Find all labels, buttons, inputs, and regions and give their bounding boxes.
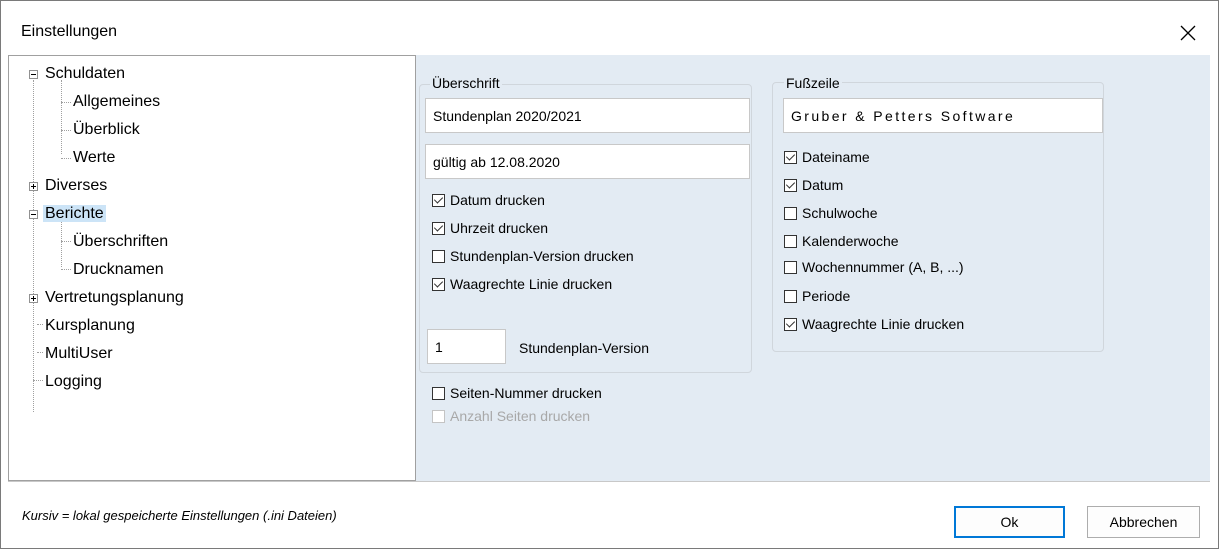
checkbox-box xyxy=(784,317,797,331)
checkbox-box xyxy=(432,221,445,235)
footer-group-title: Fußzeile xyxy=(784,75,842,91)
print-page-count-checkbox[interactable]: Anzahl Seiten drucken xyxy=(432,408,590,424)
print-header-line-checkbox[interactable]: Waagrechte Linie drucken xyxy=(432,276,612,292)
tree-connector xyxy=(61,241,71,242)
header-line2-input[interactable]: gültig ab 12.08.2020 xyxy=(425,144,750,179)
checkbox-label: Uhrzeit drucken xyxy=(450,220,549,236)
checkbox-label: Stundenplan-Version drucken xyxy=(450,248,634,264)
footer-school-week-checkbox[interactable]: Schulwoche xyxy=(784,205,878,221)
dialog-content: Schuldaten Allgemeines Überblick Werte D… xyxy=(8,55,1210,481)
footer-period-checkbox[interactable]: Periode xyxy=(784,288,850,304)
tree-item-label: Überschriften xyxy=(73,233,169,250)
tree-item-label: Werte xyxy=(73,149,116,166)
footer-note: Kursiv = lokal gespeicherte Einstellunge… xyxy=(22,508,337,523)
print-time-checkbox[interactable]: Uhrzeit drucken xyxy=(432,220,548,236)
tree-item-werte[interactable]: Werte xyxy=(71,147,117,169)
checkbox-label: Wochennummer (A, B, ...) xyxy=(802,259,964,275)
dialog-title: Einstellungen xyxy=(21,23,118,40)
checkbox-box xyxy=(784,206,797,220)
tree-connector xyxy=(33,380,43,381)
footer-calendar-week-checkbox[interactable]: Kalenderwoche xyxy=(784,233,899,249)
report-settings-panel: Überschrift Stundenplan 2020/2021 gültig… xyxy=(416,55,1210,481)
checkbox-label: Dateiname xyxy=(802,149,870,165)
print-version-checkbox[interactable]: Stundenplan-Version drucken xyxy=(432,248,634,264)
tree-connector xyxy=(61,269,71,270)
version-label: Stundenplan-Version xyxy=(519,340,649,356)
print-date-checkbox[interactable]: Datum drucken xyxy=(432,192,545,208)
tree-item-schuldaten[interactable]: Schuldaten xyxy=(43,63,127,85)
checkbox-box xyxy=(432,409,445,423)
tree-item-label: Schuldaten xyxy=(45,65,126,82)
checkbox-label: Waagrechte Linie drucken xyxy=(802,316,965,332)
settings-tree[interactable]: Schuldaten Allgemeines Überblick Werte D… xyxy=(8,55,416,481)
checkbox-label: Seiten-Nummer drucken xyxy=(450,385,602,401)
ok-button[interactable]: Ok xyxy=(954,506,1065,538)
tree-item-drucknamen[interactable]: Drucknamen xyxy=(71,259,166,281)
tree-item-label: Drucknamen xyxy=(73,261,164,278)
tree-item-ueberschriften[interactable]: Überschriften xyxy=(71,231,170,253)
checkbox-label: Datum drucken xyxy=(450,192,545,208)
collapse-icon[interactable] xyxy=(29,210,38,219)
expand-icon[interactable] xyxy=(29,294,38,303)
checkbox-label: Anzahl Seiten drucken xyxy=(450,408,591,424)
footer-filename-checkbox[interactable]: Dateiname xyxy=(784,149,870,165)
tree-item-allgemeines[interactable]: Allgemeines xyxy=(71,91,162,113)
checkbox-box xyxy=(784,234,797,248)
tree-item-label: MultiUser xyxy=(45,345,113,362)
close-icon xyxy=(1180,25,1196,41)
close-button[interactable] xyxy=(1166,13,1210,53)
checkbox-label: Datum xyxy=(802,177,844,193)
checkbox-label: Kalenderwoche xyxy=(802,233,899,249)
tree-connector xyxy=(61,158,71,159)
checkbox-box xyxy=(432,193,445,207)
tree-item-label: Allgemeines xyxy=(73,93,161,110)
header-line1-input[interactable]: Stundenplan 2020/2021 xyxy=(425,98,750,133)
checkbox-box xyxy=(432,249,445,263)
checkbox-box xyxy=(784,260,797,274)
footer-line-checkbox[interactable]: Waagrechte Linie drucken xyxy=(784,316,964,332)
header-group-title: Überschrift xyxy=(430,75,502,91)
print-page-number-checkbox[interactable]: Seiten-Nummer drucken xyxy=(432,385,602,401)
footer-date-checkbox[interactable]: Datum xyxy=(784,177,843,193)
checkbox-label: Periode xyxy=(802,288,851,304)
tree-item-berichte[interactable]: Berichte xyxy=(43,203,106,225)
checkbox-label: Waagrechte Linie drucken xyxy=(450,276,613,292)
tree-item-multiuser[interactable]: MultiUser xyxy=(43,343,115,365)
tree-item-diverses[interactable]: Diverses xyxy=(43,175,109,197)
checkbox-box xyxy=(784,178,797,192)
tree-root-line xyxy=(33,80,34,412)
checkbox-box xyxy=(784,289,797,303)
tree-item-label: Berichte xyxy=(43,205,106,222)
footer-week-number-checkbox[interactable]: Wochennummer (A, B, ...) xyxy=(784,259,964,275)
tree-item-label: Überblick xyxy=(73,121,140,138)
tree-branch-line xyxy=(61,221,62,267)
tree-item-vertretungsplanung[interactable]: Vertretungsplanung xyxy=(43,287,186,309)
collapse-icon[interactable] xyxy=(29,70,38,79)
tree-item-logging[interactable]: Logging xyxy=(43,371,104,393)
cancel-button[interactable]: Abbrechen xyxy=(1087,506,1200,538)
tree-item-label: Kursplanung xyxy=(45,317,135,334)
tree-connector xyxy=(61,130,71,131)
footer-divider xyxy=(8,481,1210,482)
checkbox-box xyxy=(432,277,445,291)
tree-item-label: Diverses xyxy=(45,177,108,194)
checkbox-label: Schulwoche xyxy=(802,205,878,221)
title-bar: Einstellungen xyxy=(1,1,1218,63)
checkbox-box xyxy=(784,150,797,164)
tree-branch-line xyxy=(61,80,62,154)
tree-connector xyxy=(61,102,71,103)
expand-icon[interactable] xyxy=(29,182,38,191)
version-input[interactable]: 1 xyxy=(427,329,506,364)
tree-item-kursplanung[interactable]: Kursplanung xyxy=(43,315,137,337)
footer-text-input[interactable]: Gruber & Petters Software xyxy=(783,98,1103,133)
tree-item-ueberblick[interactable]: Überblick xyxy=(71,119,142,141)
checkbox-box xyxy=(432,386,445,400)
tree-item-label: Vertretungsplanung xyxy=(45,289,184,306)
tree-item-label: Logging xyxy=(45,373,102,390)
